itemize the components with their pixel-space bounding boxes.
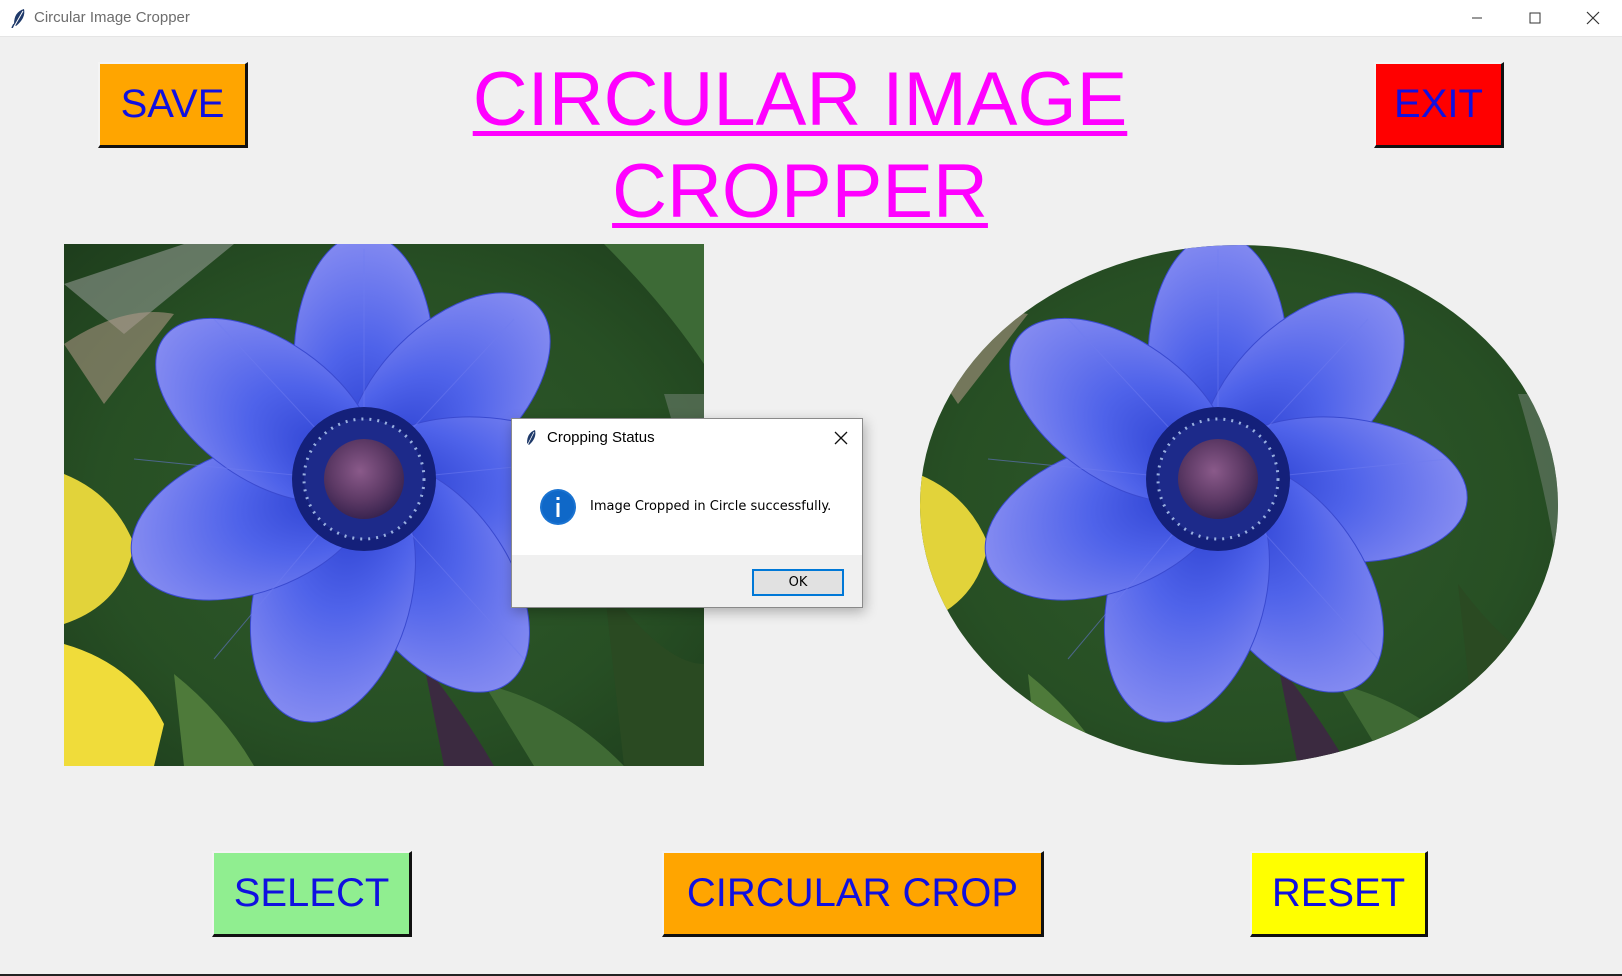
exit-button[interactable]: EXIT <box>1374 62 1504 148</box>
page-title-line-2: CROPPER <box>612 149 988 234</box>
cropping-status-dialog: Cropping Status Image Cropped in Circle … <box>511 418 863 608</box>
cropped-image <box>918 244 1560 766</box>
maximize-icon <box>1529 12 1541 24</box>
minimize-icon <box>1472 17 1482 19</box>
dialog-message: Image Cropped in Circle successfully. <box>590 499 832 514</box>
page-title-line-1: CIRCULAR IMAGE <box>472 57 1128 142</box>
window-title: Circular Image Cropper <box>34 9 190 26</box>
close-icon <box>1586 11 1600 25</box>
feather-icon <box>11 9 25 28</box>
save-button[interactable]: SAVE <box>98 62 248 148</box>
cropped-flower-image <box>920 245 1558 765</box>
close-icon <box>834 431 848 445</box>
close-button[interactable] <box>1564 0 1622 36</box>
ok-button[interactable]: OK <box>752 569 844 596</box>
select-button[interactable]: SELECT <box>212 851 412 937</box>
minimize-button[interactable] <box>1448 0 1506 36</box>
app-window: Circular Image Cropper SAVE EXIT CIRCULA… <box>0 0 1622 976</box>
page-title: CIRCULAR IMAGE CROPPER <box>340 54 1260 238</box>
dialog-title: Cropping Status <box>547 429 655 446</box>
reset-button[interactable]: RESET <box>1250 851 1428 937</box>
feather-icon <box>527 430 536 445</box>
info-icon <box>540 489 576 525</box>
title-bar[interactable]: Circular Image Cropper <box>0 0 1622 37</box>
maximize-button[interactable] <box>1506 0 1564 36</box>
circular-crop-button[interactable]: CIRCULAR CROP <box>662 851 1044 937</box>
dialog-close-button[interactable] <box>828 427 854 449</box>
